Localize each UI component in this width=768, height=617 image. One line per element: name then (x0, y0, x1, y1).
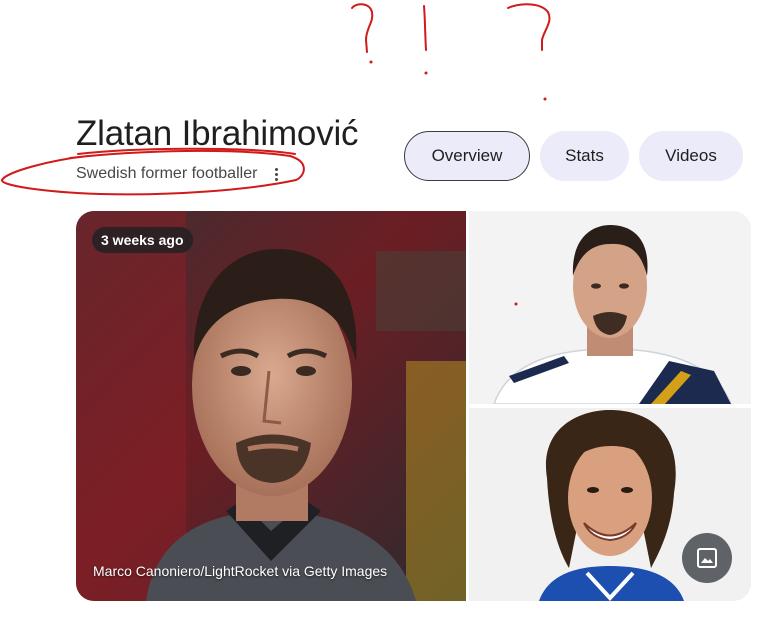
tab-videos[interactable]: Videos (639, 131, 743, 181)
tab-stats[interactable]: Stats (540, 131, 629, 181)
image-gallery: 3 weeks ago Marco Canoniero/LightRocket … (76, 211, 751, 601)
thumbnail-photo-1-image (469, 211, 751, 404)
entity-title: Zlatan Ibrahimović (76, 114, 359, 153)
tab-overview[interactable]: Overview (404, 131, 530, 181)
image-view-button[interactable] (682, 533, 732, 583)
entity-description: Swedish former footballer (76, 165, 258, 182)
question-mark-1 (351, 3, 374, 53)
exclamation-mark-stroke (423, 5, 427, 51)
main-photo-image (76, 211, 466, 601)
thumbnail-photo-1[interactable] (469, 211, 751, 404)
image-icon (697, 548, 717, 568)
photo-age-badge: 3 weeks ago (92, 227, 193, 253)
photo-credit: Marco Canoniero/LightRocket via Getty Im… (93, 563, 388, 579)
more-options-icon[interactable] (269, 164, 283, 184)
entity-subtitle-row: Swedish former footballer (76, 163, 283, 185)
question-mark-2 (507, 3, 551, 51)
main-photo[interactable]: 3 weeks ago Marco Canoniero/LightRocket … (76, 211, 466, 601)
